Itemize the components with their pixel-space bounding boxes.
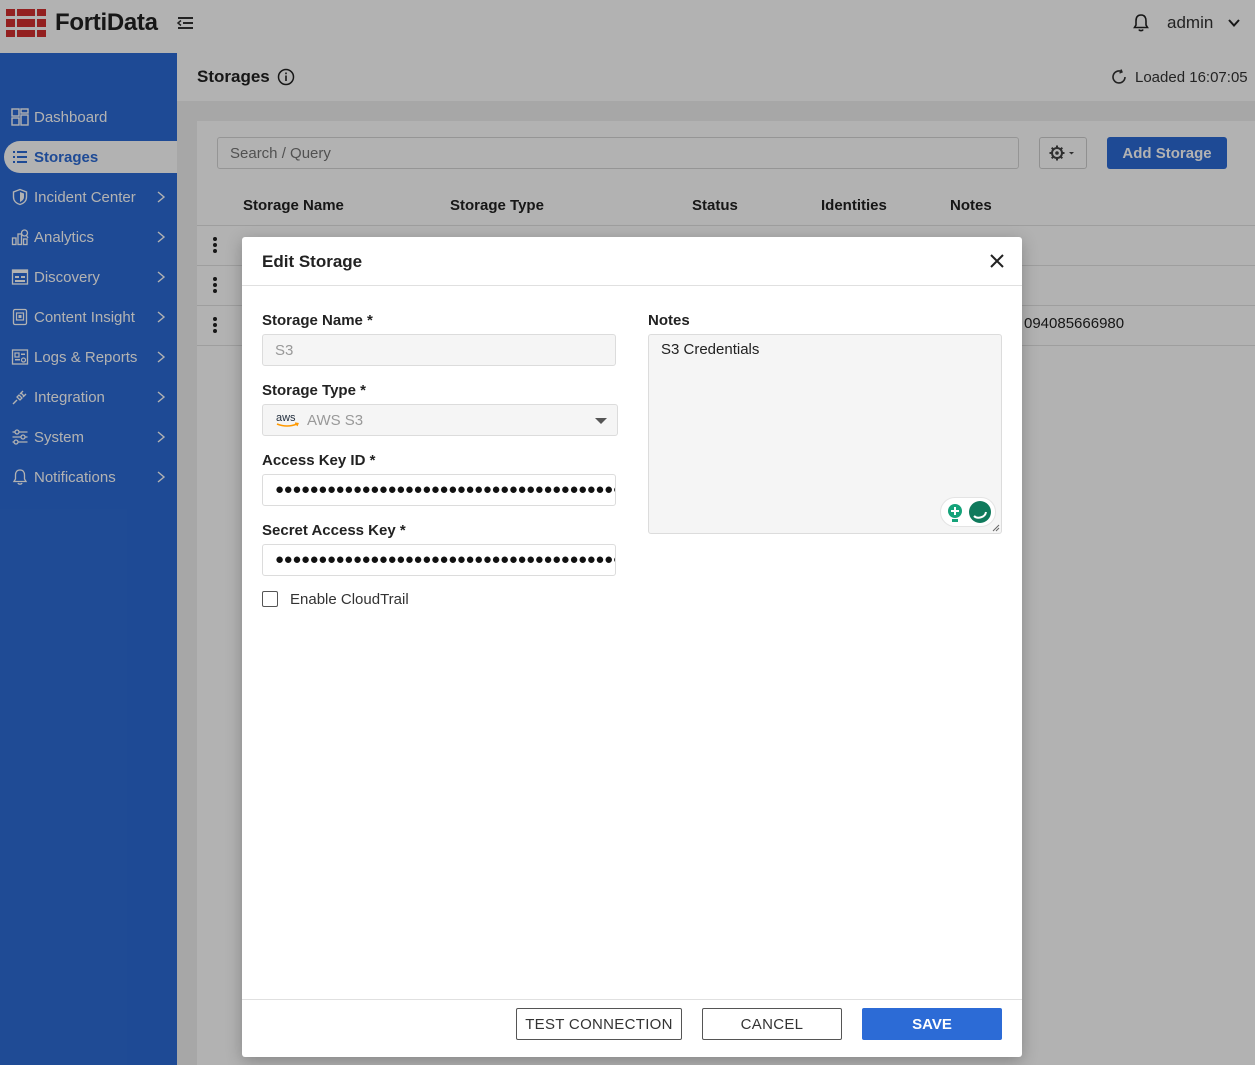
storage-type-select[interactable]: aws AWS S3 — [262, 404, 618, 436]
grammar-assistant-icon — [948, 501, 991, 523]
edit-storage-dialog: Edit Storage Storage Name * Storage Type… — [242, 237, 1022, 1057]
caret-down-icon — [595, 418, 607, 424]
access-key-label: Access Key ID * — [262, 452, 376, 469]
cancel-button[interactable]: CANCEL — [702, 1008, 842, 1040]
grammar-assistant-widget[interactable] — [940, 497, 996, 527]
cloudtrail-checkbox[interactable] — [262, 591, 278, 607]
close-icon[interactable] — [988, 252, 1006, 270]
cloudtrail-label[interactable]: Enable CloudTrail — [290, 591, 409, 608]
divider — [242, 285, 1022, 286]
dialog-title: Edit Storage — [262, 252, 363, 271]
divider — [242, 999, 1022, 1000]
storage-name-label: Storage Name * — [262, 312, 373, 329]
storage-type-label: Storage Type * — [262, 382, 366, 399]
aws-logo-text: aws — [276, 412, 296, 424]
storage-name-input[interactable] — [262, 334, 616, 366]
aws-logo-icon: aws — [276, 412, 299, 427]
notes-label: Notes — [648, 312, 690, 329]
save-button[interactable]: SAVE — [862, 1008, 1002, 1040]
access-key-input[interactable]: ●●●●●●●●●●●●●●●●●●●●●●●●●●●●●●●●●●●●●●●●… — [262, 474, 616, 506]
secret-key-input[interactable]: ●●●●●●●●●●●●●●●●●●●●●●●●●●●●●●●●●●●●●●●●… — [262, 544, 616, 576]
test-connection-button[interactable]: TEST CONNECTION — [516, 1008, 682, 1040]
secret-key-label: Secret Access Key * — [262, 522, 406, 539]
resize-handle-icon[interactable] — [992, 524, 1000, 532]
storage-type-value: AWS S3 — [307, 411, 364, 429]
